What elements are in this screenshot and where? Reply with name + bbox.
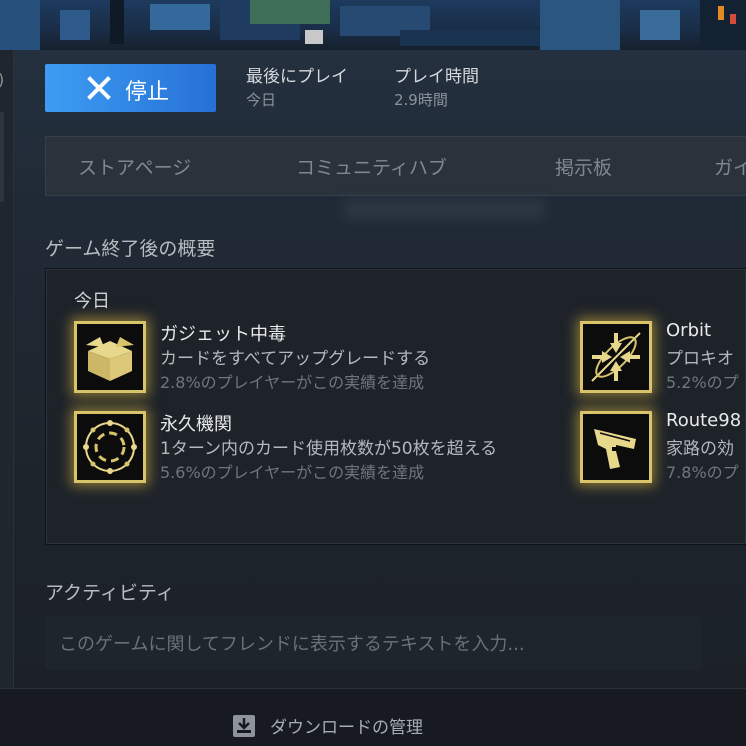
left-rail: ) bbox=[0, 50, 14, 688]
last-played-value: 今日 bbox=[246, 91, 277, 109]
playtime-label: プレイ時間 bbox=[394, 67, 479, 87]
achievement-rarity: 5.2%のプ bbox=[666, 373, 739, 392]
collapse-icon[interactable]: ) bbox=[0, 70, 4, 89]
achievement-desc: プロキオ bbox=[666, 349, 734, 369]
scroll-indicator bbox=[0, 112, 4, 202]
game-nav-tabs: ストアページ コミュニティハブ 掲示板 ガイ bbox=[45, 136, 746, 196]
tab-store-page[interactable]: ストアページ bbox=[78, 153, 191, 180]
achievement-name: 永久機関 bbox=[160, 414, 232, 435]
game-detail-panel: 停止 最後にプレイ 今日 プレイ時間 2.9時間 ストアページ コミュニティハブ… bbox=[14, 50, 746, 688]
orbit-ring-icon bbox=[74, 411, 146, 483]
achievement-desc: 家路の効 bbox=[666, 439, 734, 459]
achievement-rarity: 2.8%のプレイヤーがこの実績を達成 bbox=[160, 373, 425, 392]
achievement-desc: カードをすべてアップグレードする bbox=[160, 349, 431, 369]
last-played-label: 最後にプレイ bbox=[246, 67, 348, 87]
tab-guides[interactable]: ガイ bbox=[714, 153, 746, 180]
achievement-rarity: 7.8%のプ bbox=[666, 463, 739, 482]
hero-artwork bbox=[0, 0, 746, 50]
download-icon bbox=[233, 714, 255, 737]
achievement-name: Orbit bbox=[666, 320, 712, 341]
achievement-name: Route98 bbox=[666, 410, 742, 431]
manage-downloads-label: ダウンロードの管理 bbox=[270, 718, 423, 738]
achievement-rarity: 5.6%のプレイヤーがこの実績を達成 bbox=[160, 463, 425, 482]
day-label: 今日 bbox=[74, 291, 110, 312]
playtime-stat: プレイ時間 2.9時間 bbox=[394, 62, 479, 110]
manage-downloads-button[interactable]: ダウンロードの管理 bbox=[232, 713, 423, 738]
post-game-summary-title: ゲーム終了後の概要 bbox=[45, 238, 216, 260]
box-icon bbox=[74, 321, 146, 393]
tab-community-hub[interactable]: コミュニティハブ bbox=[296, 153, 447, 180]
activity-title: アクティビティ bbox=[45, 582, 175, 604]
tab-discussions[interactable]: 掲示板 bbox=[555, 153, 612, 180]
achievement-name: ガジェット中毒 bbox=[160, 324, 286, 345]
close-icon bbox=[87, 76, 111, 100]
steam-game-page: ) 停止 最後にプレイ 今日 プレイ時間 2.9時間 ストアページ コミュニティ… bbox=[0, 0, 746, 746]
pistol-icon bbox=[580, 411, 652, 483]
activity-input[interactable]: このゲームに関してフレンドに表示するテキストを入力... bbox=[45, 616, 701, 670]
tab-shadow bbox=[344, 200, 544, 218]
stop-button[interactable]: 停止 bbox=[45, 64, 216, 112]
stop-button-label: 停止 bbox=[125, 80, 170, 105]
converge-arrows-icon bbox=[580, 321, 652, 393]
post-game-summary: 今日 ガジェット中毒 カードをすべてアップグレードする 2.8%のプレイヤーがこ… bbox=[45, 268, 746, 545]
playtime-value: 2.9時間 bbox=[394, 91, 448, 109]
achievement-desc: 1ターン内のカード使用枚数が50枚を超える bbox=[160, 439, 498, 459]
bottom-bar: ダウンロードの管理 bbox=[0, 688, 746, 746]
last-played-stat: 最後にプレイ 今日 bbox=[246, 62, 348, 110]
